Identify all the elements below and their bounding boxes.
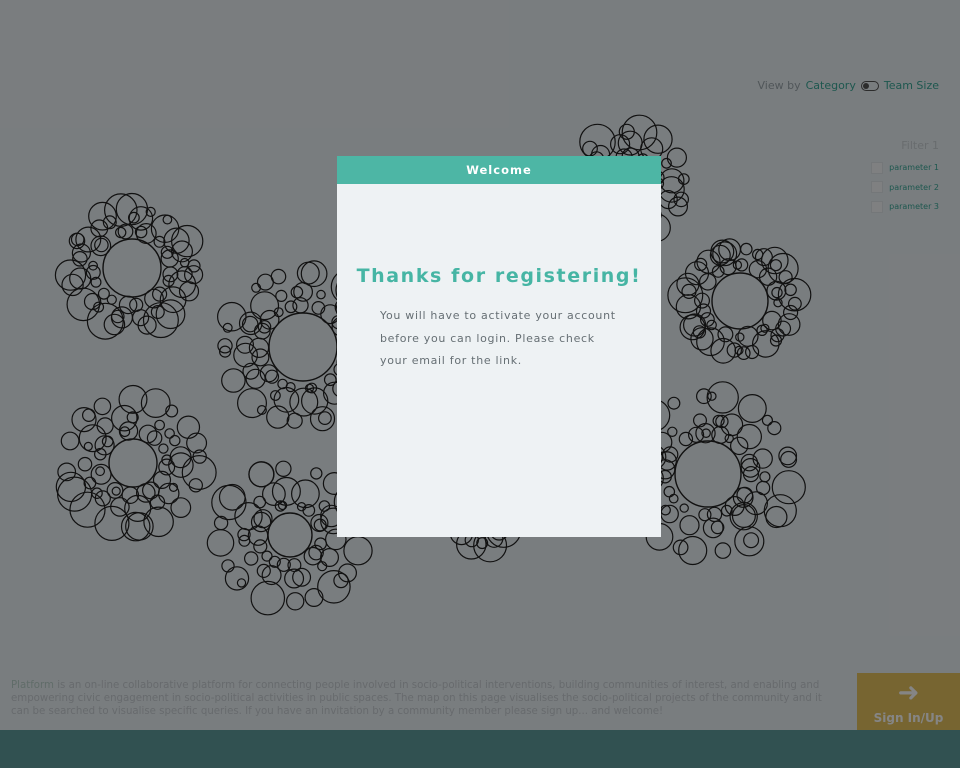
modal-header: Welcome: [337, 156, 661, 184]
modal-body-text: You will have to activate your account b…: [380, 309, 616, 367]
welcome-modal: Welcome Thanks for registering! You will…: [337, 156, 661, 537]
modal-heading: Thanks for registering!: [356, 265, 642, 287]
